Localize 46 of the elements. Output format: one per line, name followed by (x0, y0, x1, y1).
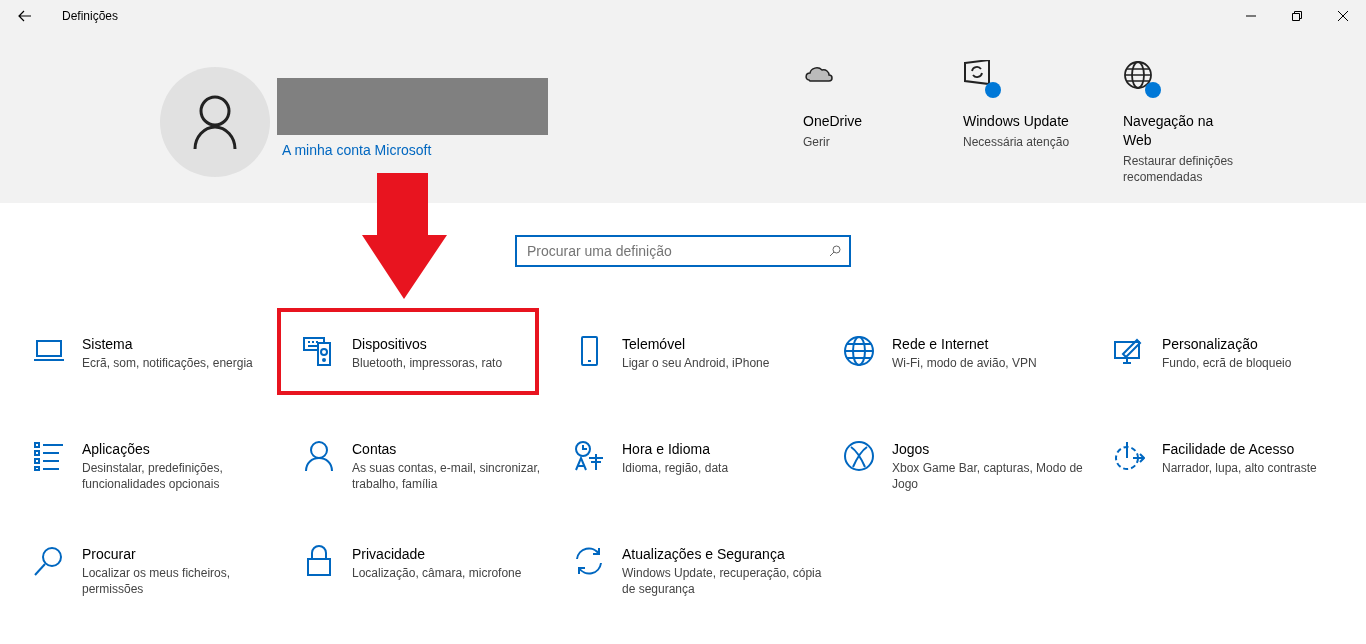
quick-link-title[interactable]: Navegação na Web (1123, 112, 1233, 150)
list-icon[interactable] (33, 440, 65, 472)
category-title[interactable]: Telemóvel (622, 335, 822, 353)
back-arrow-icon[interactable] (18, 10, 32, 22)
category-subtitle: Bluetooth, impressoras, rato (352, 355, 504, 371)
quick-link-subtitle: Gerir (803, 134, 831, 150)
category-subtitle: Wi-Fi, modo de avião, VPN (892, 355, 1038, 371)
quick-link-title[interactable]: OneDrive (803, 112, 913, 131)
account-link[interactable]: A minha conta Microsoft (282, 142, 548, 158)
quick-link-subtitle: Necessária atenção (963, 134, 1071, 150)
category-subtitle: Narrador, lupa, alto contraste (1162, 460, 1318, 476)
category-title[interactable]: Personalização (1162, 335, 1362, 353)
xbox-icon[interactable] (843, 440, 875, 472)
close-icon[interactable] (1338, 11, 1348, 21)
window-title: Definições (62, 9, 119, 23)
category-subtitle: Idioma, região, data (622, 460, 730, 476)
restore-icon[interactable] (1292, 11, 1302, 21)
category-subtitle: Xbox Game Bar, capturas, Modo de Jogo (892, 460, 1084, 492)
category-title[interactable]: Aplicações (82, 440, 282, 458)
category-title[interactable]: Hora e Idioma (622, 440, 822, 458)
category-title[interactable]: Facilidade de Acesso (1162, 440, 1362, 458)
category-subtitle: Localizar os meus ficheiros, permissões (82, 565, 232, 597)
category-subtitle: Desinstalar, predefinições, funcionalidades opcionais (82, 460, 224, 492)
category-title[interactable]: Jogos (892, 440, 1092, 458)
person-icon[interactable] (303, 440, 335, 472)
category-title[interactable]: Procurar (82, 545, 282, 563)
category-subtitle: Ecrã, som, notificações, energia (82, 355, 254, 371)
category-subtitle: Windows Update, recuperação, cópia de segurança (622, 565, 822, 597)
search-field[interactable]: Procurar uma definição (515, 235, 851, 267)
quick-link-subtitle: Restaurar definições recomendadas (1123, 153, 1235, 185)
quick-link-title[interactable]: Windows Update (963, 112, 1073, 131)
category-title[interactable]: Contas (352, 440, 552, 458)
search-icon (829, 245, 841, 257)
category-subtitle: Localização, câmara, microfone (352, 565, 523, 581)
category-subtitle: As suas contas, e-mail, sincronizar, trabalho, família (352, 460, 542, 492)
clock-letter-icon[interactable] (573, 440, 605, 472)
search-icon[interactable] (33, 545, 65, 577)
category-title[interactable]: Dispositivos (352, 335, 552, 353)
category-title[interactable]: Privacidade (352, 545, 552, 563)
sync-arrows-icon[interactable] (573, 545, 605, 577)
category-subtitle: Ligar o seu Android, iPhone (622, 355, 771, 371)
category-title[interactable]: Rede e Internet (892, 335, 1092, 353)
dashed-circle-arrow-icon[interactable] (1113, 440, 1145, 472)
category-subtitle: Fundo, ecrã de bloqueio (1162, 355, 1293, 371)
category-title[interactable]: Atualizações e Segurança (622, 545, 822, 563)
category-title[interactable]: Sistema (82, 335, 282, 353)
